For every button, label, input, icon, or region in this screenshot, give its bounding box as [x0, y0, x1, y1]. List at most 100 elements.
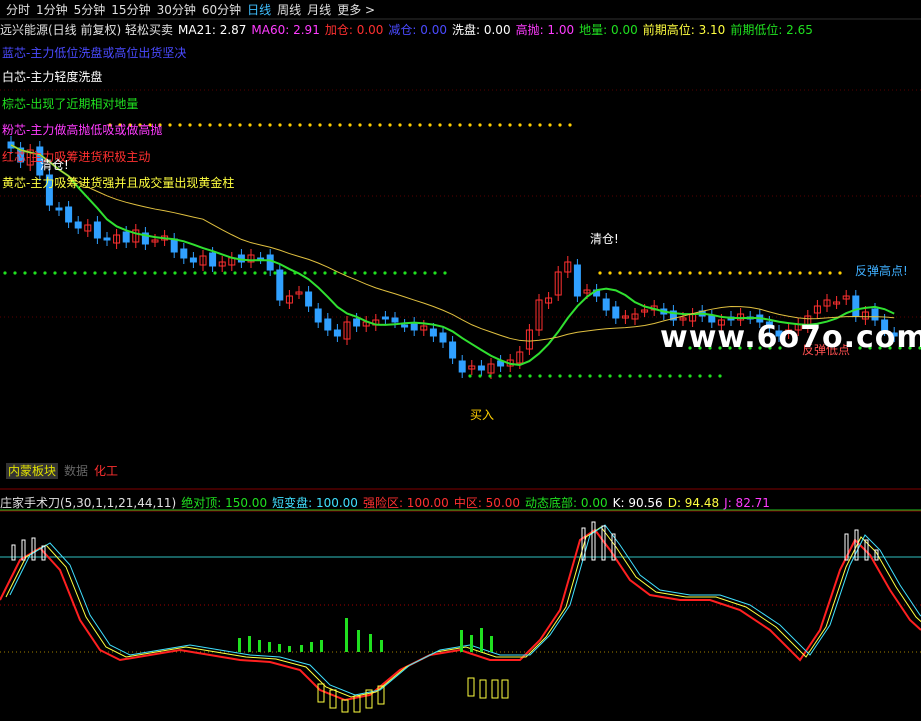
prior-high-dot	[668, 271, 672, 275]
candle-body[interactable]	[324, 318, 332, 331]
prior-low-dot	[678, 374, 682, 378]
info-item-5: 洗盘: 0.00	[452, 23, 511, 37]
period-tab-3[interactable]: 15分钟	[111, 1, 150, 18]
prior-high-dot	[198, 123, 202, 127]
candle-body[interactable]	[612, 306, 620, 319]
candle-body[interactable]	[852, 295, 860, 317]
info-item-1: MA21: 2.87	[178, 23, 247, 37]
candle-body[interactable]	[429, 328, 437, 337]
prior-low-dot	[303, 271, 307, 275]
sector-tab-0[interactable]: 内蒙板块	[6, 463, 59, 479]
period-tab-4[interactable]: 30分钟	[157, 1, 196, 18]
candle-body[interactable]	[170, 238, 178, 253]
clear-position-label-2: 清仓!	[590, 232, 619, 246]
kdj-green-bar	[345, 618, 348, 652]
kdj-yellow-bar	[479, 679, 487, 699]
candle-body[interactable]	[276, 269, 284, 301]
prior-low-dot	[468, 374, 472, 378]
prior-high-dot	[338, 123, 342, 127]
prior-low-dot	[488, 374, 492, 378]
legend-item-2: 棕芯-出现了近期相对地量	[2, 97, 139, 111]
candle-body[interactable]	[381, 316, 389, 320]
prior-high-dot	[308, 123, 312, 127]
prior-low-dot	[183, 271, 187, 275]
kdj-item-1: 绝对顶: 150.00	[181, 496, 268, 510]
candle-body[interactable]	[410, 322, 418, 331]
candle-body[interactable]	[477, 365, 485, 371]
period-tab-7[interactable]: 周线	[277, 1, 301, 18]
candle-body[interactable]	[180, 248, 188, 259]
prior-high-dot	[778, 271, 782, 275]
prior-low-dot	[123, 271, 127, 275]
candle-body[interactable]	[65, 206, 73, 223]
period-tab-9[interactable]: 更多 >	[337, 1, 375, 18]
candle-body[interactable]	[391, 317, 399, 323]
candle-body[interactable]	[401, 324, 409, 328]
prior-low-dot	[528, 374, 532, 378]
bounce-high-label: 反弹高点!	[855, 264, 908, 278]
prior-high-dot	[618, 271, 622, 275]
prior-low-dot	[718, 374, 722, 378]
candle-body[interactable]	[602, 298, 610, 311]
prior-high-dot	[398, 123, 402, 127]
prior-low-dot	[373, 271, 377, 275]
kdj-item-8: J: 82.71	[724, 496, 770, 510]
kdj-green-bar	[238, 638, 241, 652]
kdj-green-bar	[288, 646, 291, 652]
sector-tab-2[interactable]: 化工	[94, 464, 118, 478]
prior-low-dot	[63, 271, 67, 275]
candle-body[interactable]	[266, 254, 274, 271]
kdj-green-bar	[460, 630, 463, 652]
prior-low-dot	[443, 271, 447, 275]
candle-body[interactable]	[333, 329, 341, 337]
prior-high-dot	[378, 123, 382, 127]
prior-low-dot	[568, 374, 572, 378]
candle-body[interactable]	[103, 237, 111, 241]
candle-body[interactable]	[122, 231, 130, 243]
prior-high-dot	[518, 123, 522, 127]
candle-body[interactable]	[74, 221, 82, 229]
candle-body[interactable]	[189, 257, 197, 263]
prior-low-dot	[423, 271, 427, 275]
candle-body[interactable]	[314, 308, 322, 323]
period-tab-2[interactable]: 5分钟	[74, 1, 106, 18]
prior-low-dot	[688, 374, 692, 378]
period-tab-6[interactable]: 日线	[247, 1, 271, 18]
candle-body[interactable]	[449, 341, 457, 359]
period-tab-8[interactable]: 月线	[307, 1, 331, 18]
candle-body[interactable]	[458, 360, 466, 373]
prior-low-dot	[73, 271, 77, 275]
sector-tab-1[interactable]: 数据	[64, 464, 88, 478]
kdj-green-bar	[258, 640, 261, 652]
candle-body[interactable]	[209, 252, 217, 267]
kdj-yellow-bar	[317, 683, 325, 703]
prior-low-dot	[708, 374, 712, 378]
candle-body[interactable]	[573, 264, 581, 297]
period-tab-5[interactable]: 60分钟	[202, 1, 241, 18]
prior-low-dot	[578, 374, 582, 378]
candle-body[interactable]	[305, 291, 313, 307]
candle-body[interactable]	[93, 221, 101, 239]
period-tab-1[interactable]: 1分钟	[36, 1, 68, 18]
candle-body[interactable]	[353, 318, 361, 327]
prior-low-dot	[263, 271, 267, 275]
candle-body[interactable]	[439, 332, 447, 343]
candle-body[interactable]	[871, 308, 879, 321]
prior-high-dot	[708, 271, 712, 275]
kdj-indicator-panel[interactable]	[0, 521, 921, 713]
prior-low-dot	[133, 271, 137, 275]
prior-low-dot	[3, 271, 7, 275]
prior-high-dot	[678, 271, 682, 275]
prior-low-dot	[498, 374, 502, 378]
prior-high-dot	[328, 123, 332, 127]
prior-high-dot	[628, 271, 632, 275]
prior-low-dot	[173, 271, 177, 275]
period-tab-0[interactable]: 分时	[6, 1, 30, 18]
prior-high-dot	[688, 271, 692, 275]
prior-high-dot	[658, 271, 662, 275]
prior-low-dot	[193, 271, 197, 275]
prior-high-dot	[298, 123, 302, 127]
kdj-green-bar	[490, 636, 493, 652]
kdj-white-bar	[11, 544, 16, 561]
candle-body[interactable]	[55, 207, 63, 211]
